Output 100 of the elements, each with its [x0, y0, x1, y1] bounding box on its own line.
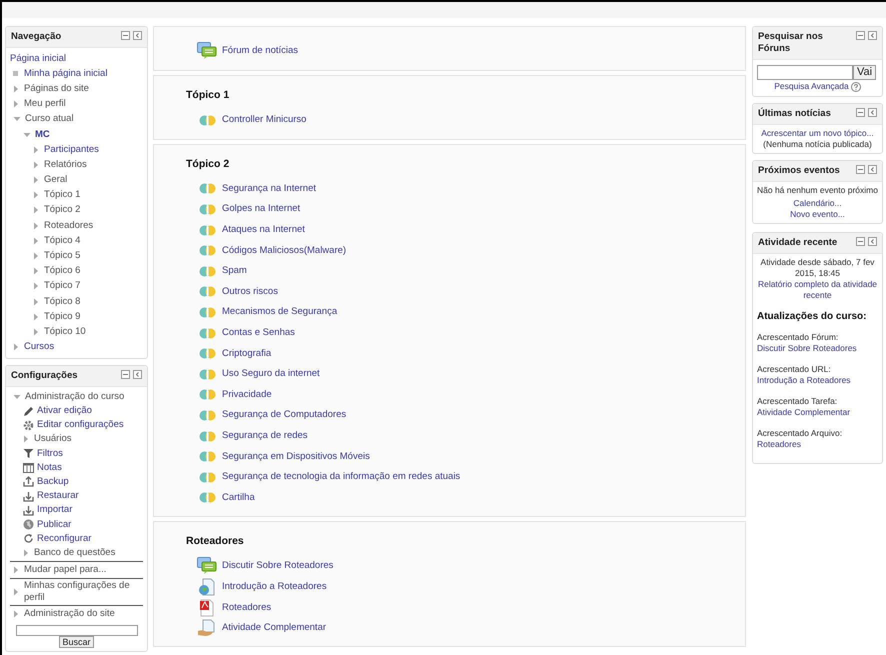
- nav-link[interactable]: Participantes: [44, 144, 99, 156]
- nav-link[interactable]: Filtros: [37, 448, 63, 460]
- nav-item[interactable]: Tópico 10: [44, 326, 86, 338]
- activity-link[interactable]: Cartilha: [222, 492, 255, 504]
- dock-icon[interactable]: [868, 165, 877, 174]
- activity-link[interactable]: Segurança em Dispositivos Móveis: [222, 450, 370, 463]
- lesson-icon: [198, 410, 216, 421]
- nav-item[interactable]: Tópico 4: [44, 234, 80, 247]
- nav-item[interactable]: Tópico 2: [44, 204, 80, 216]
- minimize-icon[interactable]: [121, 31, 130, 40]
- activity-link[interactable]: Segurança de redes: [222, 430, 308, 442]
- nav-link[interactable]: Importar: [37, 504, 72, 516]
- nav-link[interactable]: MC: [35, 128, 50, 141]
- update-link[interactable]: Discutir Sobre Roteadores: [757, 343, 878, 354]
- activity-link[interactable]: Golpes na Internet: [222, 203, 300, 216]
- nav-link[interactable]: Reconfigurar: [37, 532, 92, 545]
- activity-link[interactable]: Outros riscos: [222, 286, 278, 298]
- nav-link[interactable]: Restaurar: [37, 490, 79, 502]
- nav-item[interactable]: Geral: [44, 174, 68, 186]
- nav-link[interactable]: Backup: [37, 476, 69, 488]
- activity-link[interactable]: Introdução a Roteadores: [222, 580, 327, 593]
- nav-item[interactable]: Relatórios: [44, 158, 87, 171]
- nav-item[interactable]: Tópico 5: [44, 250, 80, 262]
- update-link[interactable]: Atividade Complementar: [757, 407, 878, 418]
- block-title: Últimas notícias: [758, 108, 831, 120]
- nav-link[interactable]: Publicar: [37, 518, 72, 531]
- expanded-arrow-icon: [23, 132, 31, 138]
- activity-link[interactable]: Spam: [222, 265, 247, 278]
- update-link[interactable]: Introdução a Roteadores: [757, 375, 878, 386]
- nav-link[interactable]: Ativar edição: [37, 405, 92, 418]
- nav-item[interactable]: Mudar papel para...: [24, 564, 106, 576]
- activity-link[interactable]: Roteadores: [222, 602, 272, 614]
- nav-link[interactable]: Cursos: [24, 341, 54, 354]
- activity-link[interactable]: Discutir Sobre Roteadores: [222, 560, 334, 572]
- nav-item[interactable]: Banco de questões: [34, 546, 116, 559]
- minimize-icon[interactable]: [856, 108, 865, 117]
- empty-news-text: (Nenhuma notícia publicada): [762, 139, 873, 150]
- nav-item[interactable]: Roteadores: [44, 220, 94, 232]
- nav-item[interactable]: Administração do site: [24, 608, 115, 620]
- full-report-link[interactable]: Relatório completo da atividade recente: [757, 279, 878, 301]
- download-icon: [23, 504, 34, 516]
- nav-link[interactable]: Notas: [37, 462, 62, 474]
- help-icon[interactable]: [850, 82, 861, 92]
- activity-link[interactable]: Controller Minicurso: [222, 114, 306, 126]
- dock-icon[interactable]: [868, 31, 877, 40]
- nav-item[interactable]: Meu perfil: [24, 98, 66, 110]
- dock-icon[interactable]: [868, 237, 877, 246]
- nav-item[interactable]: Tópico 1: [44, 189, 80, 202]
- nav-link[interactable]: Editar configurações: [37, 419, 124, 432]
- activity-link[interactable]: Contas e Senhas: [222, 327, 295, 340]
- update-link[interactable]: Roteadores: [757, 439, 878, 450]
- lesson-icon: [198, 348, 216, 360]
- activity-link[interactable]: Mecanismos de Segurança: [222, 306, 338, 318]
- nav-item[interactable]: Usuários: [34, 433, 72, 446]
- nav-item[interactable]: Administração do curso: [25, 390, 124, 403]
- no-events-text: Não há nenhum evento próximo: [757, 185, 878, 196]
- activity-link[interactable]: Privacidade: [222, 388, 272, 401]
- advanced-search-link[interactable]: Pesquisa Avançada: [774, 81, 849, 92]
- nav-item[interactable]: Tópico 8: [44, 296, 80, 308]
- minimize-icon[interactable]: [856, 237, 865, 246]
- nav-item[interactable]: Minhas configurações de perfil: [24, 580, 143, 604]
- nav-item[interactable]: Tópico 9: [44, 310, 80, 323]
- lesson-icon: [198, 224, 216, 236]
- lesson-icon: [198, 368, 216, 380]
- dock-icon[interactable]: [868, 108, 877, 117]
- minimize-icon[interactable]: [856, 31, 865, 40]
- nav-item[interactable]: Curso atual: [25, 113, 74, 126]
- nav-link[interactable]: Página inicial: [10, 52, 66, 65]
- forum-search-field[interactable]: [757, 65, 853, 80]
- activity-link[interactable]: Segurança na Internet: [222, 182, 316, 195]
- update-label: Acrescentado URL:: [757, 364, 832, 375]
- activity-link[interactable]: Fórum de notícias: [222, 45, 298, 57]
- minimize-icon[interactable]: [121, 370, 130, 379]
- activity-link[interactable]: Códigos Maliciosos(Malware): [222, 244, 346, 257]
- search-field[interactable]: [16, 625, 138, 636]
- add-topic-link[interactable]: Acrescentar um novo tópico...: [757, 128, 878, 139]
- upload-icon: [23, 476, 34, 488]
- assignment-icon: [197, 619, 217, 638]
- activity-link[interactable]: Criptografia: [222, 348, 272, 360]
- minimize-icon[interactable]: [856, 165, 865, 174]
- activity-link[interactable]: Atividade Complementar: [222, 622, 326, 634]
- go-button[interactable]: Vai: [853, 65, 876, 80]
- nav-link[interactable]: Minha página inicial: [24, 68, 108, 80]
- nav-item[interactable]: Páginas do site: [24, 82, 89, 95]
- collapsed-arrow-icon: [13, 343, 19, 352]
- nav-item[interactable]: Tópico 6: [44, 265, 80, 278]
- search-button[interactable]: Buscar: [59, 636, 94, 648]
- activity-link[interactable]: Segurança de Computadores: [222, 409, 346, 422]
- event-link[interactable]: Calendário...: [793, 198, 842, 208]
- dock-icon[interactable]: [133, 370, 142, 379]
- nav-item[interactable]: Tópico 7: [44, 280, 80, 292]
- update-label: Acrescentado Fórum:: [757, 332, 840, 343]
- event-link[interactable]: Novo evento...: [790, 209, 845, 219]
- update-label: Acrescentado Tarefa:: [757, 396, 838, 407]
- collapsed-arrow-icon: [23, 435, 29, 444]
- activity-link[interactable]: Segurança de tecnologia da informação em redes atuais: [222, 471, 460, 484]
- block-title: Navegação: [11, 31, 62, 43]
- activity-link[interactable]: Uso Seguro da internet: [222, 368, 320, 380]
- dock-icon[interactable]: [133, 31, 142, 40]
- activity-link[interactable]: Ataques na Internet: [222, 224, 305, 236]
